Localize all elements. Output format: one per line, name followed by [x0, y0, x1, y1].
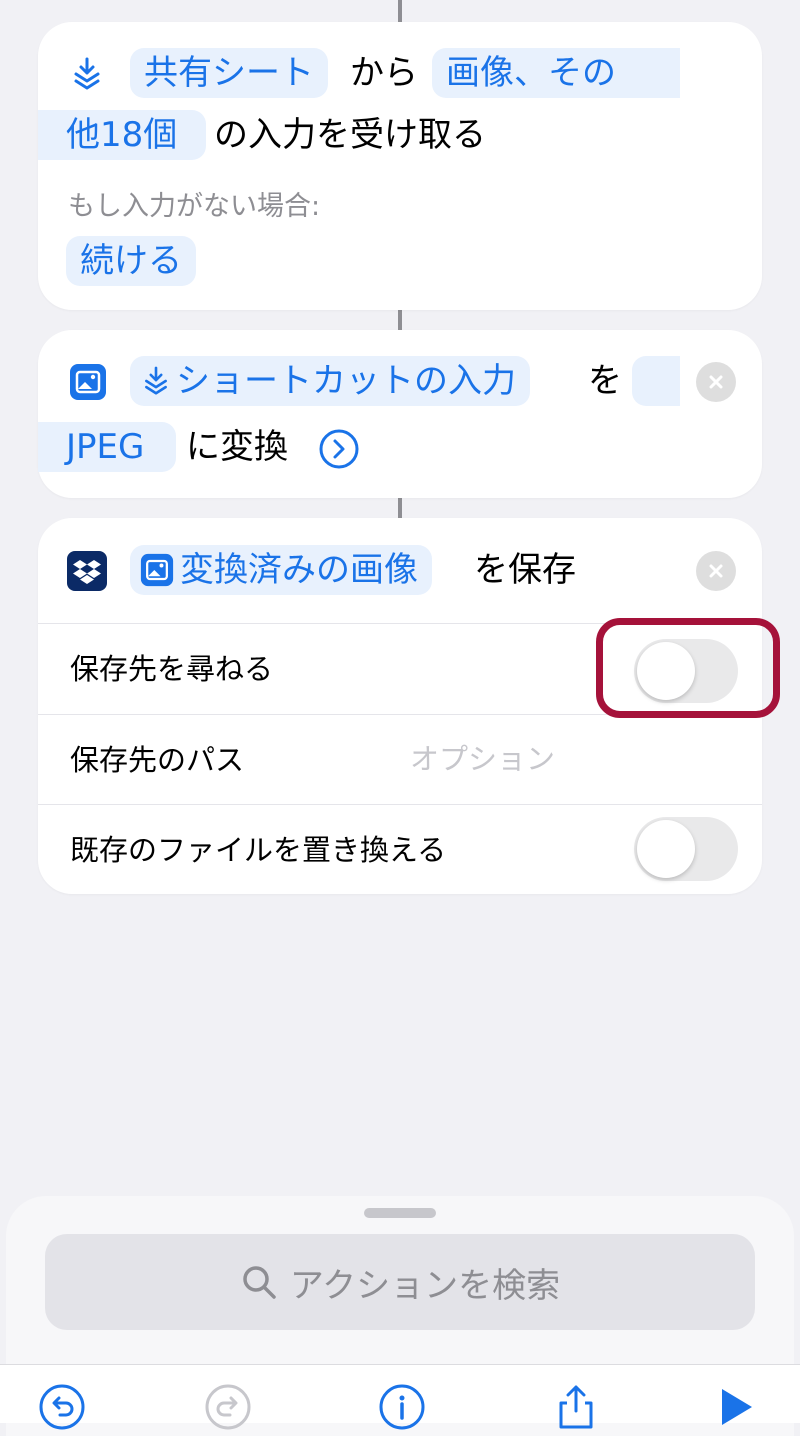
- replace-existing-toggle[interactable]: [634, 817, 738, 881]
- wo-text: を: [588, 361, 622, 401]
- photo-icon: [140, 553, 174, 587]
- from-text: から: [350, 53, 418, 93]
- editor-toolbar: [0, 1364, 800, 1430]
- undo-icon[interactable]: [38, 1383, 86, 1431]
- destination-path-row: 保存先のパス オプション: [38, 715, 762, 805]
- shortcut-input-icon: [68, 54, 106, 94]
- sheet-grabber[interactable]: [364, 1208, 436, 1218]
- share-icon[interactable]: [552, 1383, 600, 1431]
- ask-destination-label: 保存先を尋ねる: [70, 652, 274, 686]
- close-icon: [709, 564, 723, 578]
- destination-path-input[interactable]: オプション: [410, 715, 555, 803]
- action-receive-input[interactable]: 共有シート から 画像、その 他18個 の入力を受け取る もし入力がない場合: …: [38, 22, 762, 310]
- search-placeholder: アクションを検索: [289, 1265, 561, 1306]
- action-convert-image[interactable]: ショートカットの入力 を JPEG に変換: [38, 330, 762, 498]
- play-icon[interactable]: [712, 1383, 760, 1431]
- save-text: を保存: [474, 550, 576, 590]
- replace-existing-row: 既存のファイルを置き換える: [38, 805, 762, 895]
- close-icon: [709, 375, 723, 389]
- input-types-token[interactable]: 画像、その: [432, 48, 680, 98]
- highlight-annotation: [596, 618, 780, 718]
- dropbox-icon: [66, 550, 108, 592]
- remove-action-button[interactable]: [696, 551, 736, 591]
- converted-images-token[interactable]: 変換済みの画像: [130, 545, 432, 595]
- receive-text: の入力を受け取る: [214, 115, 486, 155]
- convert-text: に変換: [186, 427, 288, 467]
- flow-connector: [398, 0, 402, 22]
- format-token[interactable]: JPEG: [38, 422, 176, 472]
- continue-token[interactable]: 続ける: [66, 236, 196, 286]
- photo-icon: [68, 362, 108, 402]
- shortcut-input-token[interactable]: ショートカットの入力: [130, 356, 530, 406]
- chevron-right-circle-icon[interactable]: [318, 428, 360, 470]
- info-icon[interactable]: [378, 1383, 426, 1431]
- flow-connector: [398, 310, 402, 330]
- no-input-label: もし入力がない場合:: [68, 191, 321, 222]
- toggle-knob: [637, 820, 695, 878]
- shortcut-input-label: ショートカットの入力: [176, 361, 516, 401]
- input-types-token-cont[interactable]: 他18個: [38, 110, 206, 160]
- destination-path-label: 保存先のパス: [70, 743, 245, 777]
- remove-action-button[interactable]: [696, 362, 736, 402]
- flow-connector: [398, 498, 402, 518]
- search-icon: [243, 1266, 276, 1299]
- source-token[interactable]: 共有シート: [130, 48, 328, 98]
- format-token-start[interactable]: [632, 356, 680, 406]
- action-search-field[interactable]: アクションを検索: [45, 1234, 755, 1330]
- shortcut-input-icon: [145, 366, 167, 395]
- replace-existing-label: 既存のファイルを置き換える: [70, 833, 447, 867]
- converted-images-label: 変換済みの画像: [180, 550, 418, 590]
- redo-icon[interactable]: [204, 1383, 252, 1431]
